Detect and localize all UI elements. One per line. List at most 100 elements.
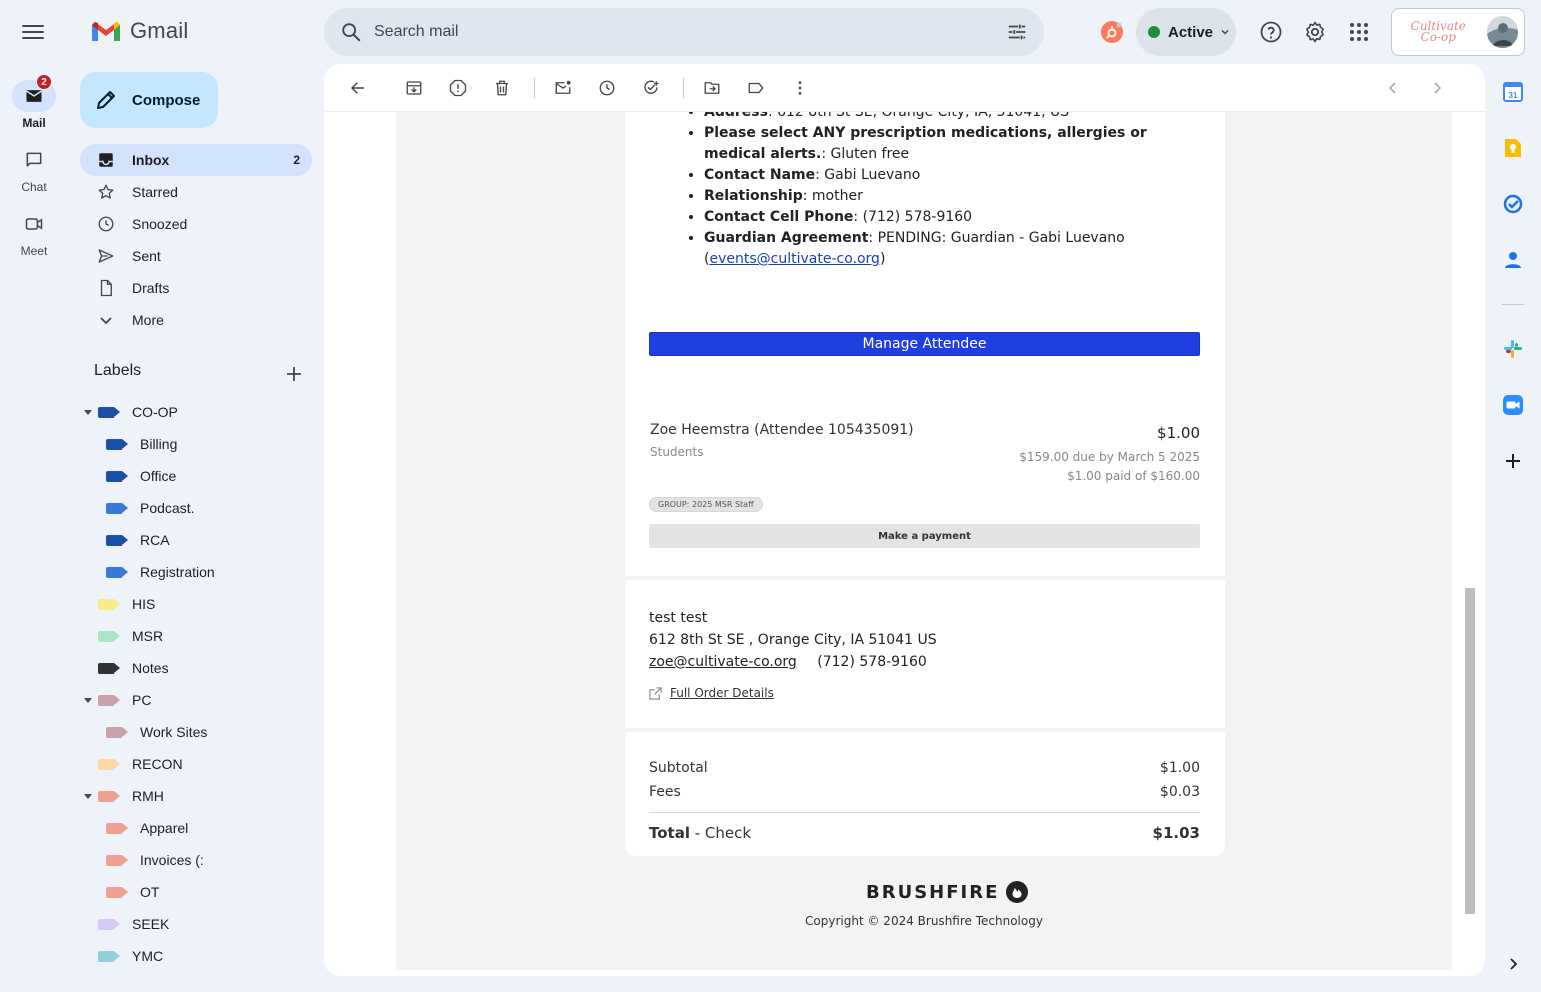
- add-task-icon: [644, 80, 659, 94]
- caret-down-icon[interactable]: [84, 409, 92, 415]
- trash-icon: [496, 80, 508, 95]
- label-item[interactable]: MSR: [80, 620, 312, 652]
- label-name: SEEK: [132, 916, 170, 932]
- zoom-icon[interactable]: [1502, 394, 1524, 416]
- label-item[interactable]: Invoices (:: [80, 844, 312, 876]
- labels-button[interactable]: [736, 68, 776, 108]
- hubspot-icon[interactable]: [1100, 20, 1124, 44]
- label-tag-icon: [98, 630, 120, 642]
- make-payment-button[interactable]: Make a payment: [649, 524, 1200, 548]
- add-addon-icon[interactable]: [1502, 450, 1524, 472]
- calendar-icon[interactable]: 31: [1502, 81, 1524, 103]
- delete-button[interactable]: [482, 68, 522, 108]
- label-item[interactable]: Billing: [80, 428, 312, 460]
- label-icon: [748, 82, 764, 93]
- more-options-button[interactable]: [780, 68, 820, 108]
- buyer-email-link[interactable]: zoe@cultivate-co.org: [649, 654, 797, 670]
- slack-icon[interactable]: [1502, 338, 1524, 360]
- message-view: Address: 612 8th St SE, Orange City, IA,…: [324, 64, 1485, 976]
- label-name: Work Sites: [140, 724, 208, 740]
- label-name: Invoices (:: [140, 852, 204, 868]
- add-task-button[interactable]: [631, 68, 671, 108]
- contacts-icon[interactable]: [1502, 249, 1524, 271]
- label-item[interactable]: CO-OP: [80, 396, 312, 428]
- main-menu-icon[interactable]: [22, 22, 44, 42]
- keep-icon[interactable]: [1502, 137, 1524, 159]
- attendee-name: Zoe Heemstra (Attendee 105435091): [650, 422, 914, 438]
- full-order-details[interactable]: Full Order Details: [649, 686, 774, 700]
- label-item[interactable]: PC: [80, 684, 312, 716]
- label-name: Office: [140, 468, 177, 484]
- label-item[interactable]: Podcast.: [80, 492, 312, 524]
- nav-sent[interactable]: Sent: [80, 240, 312, 272]
- label-item[interactable]: YMC: [80, 940, 312, 972]
- label-item[interactable]: HIS: [80, 588, 312, 620]
- newer-button[interactable]: [1373, 68, 1413, 108]
- label-name: CO-OP: [132, 404, 178, 420]
- nav-more[interactable]: More: [80, 304, 312, 336]
- side-panel-divider: [1502, 304, 1524, 305]
- search-icon[interactable]: [340, 21, 362, 43]
- mark-unread-button[interactable]: [543, 68, 583, 108]
- caret-down-icon[interactable]: [84, 697, 92, 703]
- label-item[interactable]: Apparel: [80, 812, 312, 844]
- settings-gear-icon[interactable]: [1301, 18, 1329, 46]
- nav-drafts[interactable]: Drafts: [80, 272, 312, 304]
- caret-down-icon[interactable]: [84, 793, 92, 799]
- fees-row: Fees $0.03: [649, 784, 1200, 800]
- search-input[interactable]: [374, 23, 1006, 41]
- back-button[interactable]: [338, 68, 378, 108]
- search-options-icon[interactable]: [1006, 21, 1028, 43]
- archive-button[interactable]: [394, 68, 434, 108]
- clock-icon: [96, 214, 116, 234]
- external-link-icon: [649, 686, 662, 700]
- rail-meet[interactable]: Meet: [0, 208, 68, 258]
- snooze-button[interactable]: [587, 68, 627, 108]
- nav-inbox[interactable]: Inbox 2: [80, 144, 312, 176]
- scrollbar[interactable]: [1463, 112, 1475, 970]
- detail-relationship: Relationship: mother: [704, 186, 1200, 207]
- label-item[interactable]: Registration: [80, 556, 312, 588]
- label-name: OT: [140, 884, 160, 900]
- label-item[interactable]: RECON: [80, 748, 312, 780]
- nav-starred[interactable]: Starred: [80, 176, 312, 208]
- copyright: Copyright © 2024 Brushfire Technology: [805, 914, 1043, 928]
- full-order-details-link[interactable]: Full Order Details: [670, 686, 774, 700]
- guardian-email-link[interactable]: events@cultivate-co.org: [709, 251, 879, 267]
- label-item[interactable]: Notes: [80, 652, 312, 684]
- manage-attendee-button[interactable]: Manage Attendee: [649, 332, 1200, 356]
- report-spam-button[interactable]: [438, 68, 478, 108]
- attendee-balance: $159.00 due by March 5 2025 $1.00 paid o…: [1019, 448, 1200, 486]
- label-name: PC: [132, 692, 152, 708]
- label-item[interactable]: SEEK: [80, 908, 312, 940]
- older-button[interactable]: [1417, 68, 1457, 108]
- label-item[interactable]: Work Sites: [80, 716, 312, 748]
- label-tag-icon: [106, 438, 128, 450]
- nav-snoozed[interactable]: Snoozed: [80, 208, 312, 240]
- label-item[interactable]: RMH: [80, 780, 312, 812]
- scrollbar-thumb[interactable]: [1465, 588, 1475, 914]
- label-tag-icon: [98, 694, 120, 706]
- label-item[interactable]: OT: [80, 876, 312, 908]
- compose-button[interactable]: Compose: [80, 72, 218, 128]
- rail-chat[interactable]: Chat: [0, 144, 68, 194]
- label-tag-icon: [106, 822, 128, 834]
- label-tag-icon: [98, 598, 120, 610]
- tasks-icon[interactable]: [1502, 193, 1524, 215]
- label-item[interactable]: Office: [80, 460, 312, 492]
- nav-snoozed-label: Snoozed: [132, 216, 188, 232]
- add-label-icon[interactable]: [284, 364, 304, 384]
- rail-chat-label: Chat: [21, 180, 47, 194]
- status-dot: [1148, 26, 1160, 38]
- help-icon[interactable]: [1257, 18, 1285, 46]
- label-item[interactable]: RCA: [80, 524, 312, 556]
- rail-mail[interactable]: 2 Mail: [0, 74, 68, 130]
- move-to-button[interactable]: [692, 68, 732, 108]
- clock-icon: [599, 80, 615, 95]
- brushfire-logo: BRUSHFIRE: [866, 880, 1029, 904]
- expand-panel-icon[interactable]: [1502, 953, 1524, 975]
- apps-grid-icon[interactable]: [1345, 18, 1373, 46]
- status-selector[interactable]: Active: [1136, 8, 1236, 56]
- gmail-logo[interactable]: Gmail: [90, 18, 188, 44]
- label-tag-icon: [98, 758, 120, 770]
